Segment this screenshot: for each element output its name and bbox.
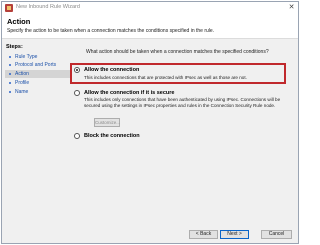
firewall-icon	[5, 4, 13, 12]
step-bullet-icon	[9, 64, 11, 66]
wizard-header: Action Specify the action to be taken wh…	[2, 14, 298, 39]
step-bullet-icon	[9, 73, 11, 75]
page-subtitle: Specify the action to be taken when a co…	[7, 28, 215, 34]
title-bar: New Inbound Rule Wizard ✕	[2, 2, 298, 14]
window-title: New Inbound Rule Wizard	[16, 4, 80, 10]
step-label: Action	[15, 71, 29, 77]
cancel-button[interactable]: Cancel	[261, 230, 292, 239]
steps-panel: Steps: Rule Type Protocol and Ports Acti…	[2, 40, 79, 243]
wizard-window: New Inbound Rule Wizard ✕ Action Specify…	[1, 1, 299, 244]
page-title: Action	[7, 17, 31, 26]
step-name[interactable]: Name	[5, 88, 76, 96]
customize-button[interactable]: Customize...	[94, 118, 120, 127]
step-bullet-icon	[9, 82, 11, 84]
content-panel: What action should be taken when a conne…	[70, 40, 298, 243]
steps-heading: Steps:	[6, 44, 23, 50]
step-profile[interactable]: Profile	[5, 79, 76, 87]
step-label: Profile	[15, 80, 30, 86]
allow-connection-label[interactable]: Allow the connection	[84, 67, 139, 73]
allow-connection-radio[interactable]	[74, 67, 80, 73]
allow-secure-radio[interactable]	[74, 90, 80, 96]
step-bullet-icon	[9, 91, 11, 93]
step-action[interactable]: Action	[5, 70, 76, 78]
block-connection-label[interactable]: Block the connection	[84, 133, 140, 139]
step-rule-type[interactable]: Rule Type	[5, 53, 76, 61]
close-button[interactable]: ✕	[287, 3, 296, 12]
block-connection-radio[interactable]	[74, 133, 80, 139]
step-label: Protocol and Ports	[15, 62, 57, 68]
allow-connection-description: This includes connections that are prote…	[84, 75, 247, 80]
step-bullet-icon	[9, 56, 11, 58]
step-protocol-and-ports[interactable]: Protocol and Ports	[5, 61, 76, 69]
action-question: What action should be taken when a conne…	[86, 49, 269, 55]
step-label: Name	[15, 89, 29, 95]
back-button[interactable]: < Back	[189, 230, 218, 239]
allow-secure-label[interactable]: Allow the connection if it is secure	[84, 90, 174, 96]
step-label: Rule Type	[15, 54, 38, 60]
allow-secure-description: This includes only connections that have…	[84, 97, 281, 108]
next-button[interactable]: Next >	[220, 230, 249, 239]
